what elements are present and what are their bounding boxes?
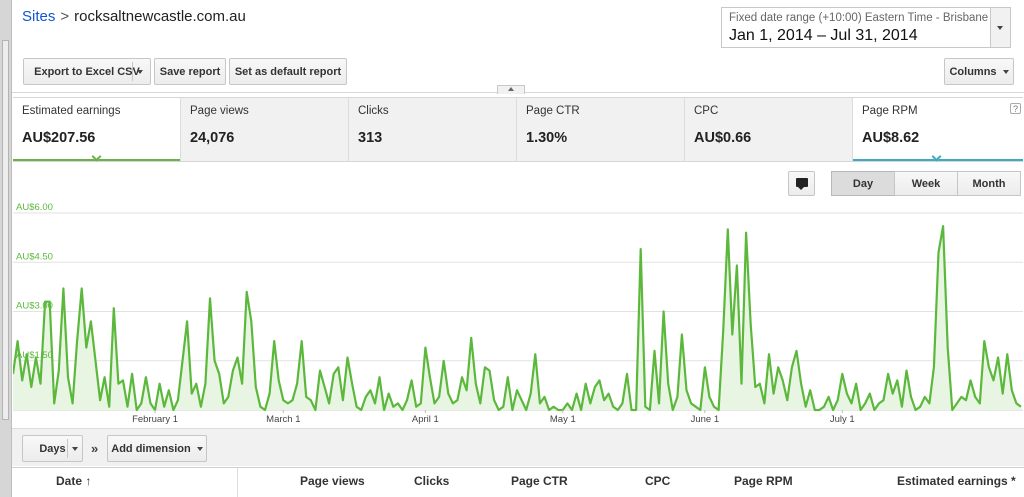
- save-report-button[interactable]: Save report: [154, 58, 226, 85]
- set-default-report-button[interactable]: Set as default report: [229, 58, 347, 85]
- add-dimension-label: Add dimension: [111, 442, 191, 455]
- y-tick-label: AU$4.50: [16, 251, 53, 262]
- metric-label: CPC: [694, 105, 719, 117]
- x-tick-label: March 1: [266, 414, 300, 425]
- metric-page-views[interactable]: Page views 24,076: [181, 98, 349, 161]
- column-header-estimated-earnings[interactable]: Estimated earnings *: [897, 474, 1016, 488]
- x-tick-label: May 1: [550, 414, 576, 425]
- metric-value: AU$0.66: [694, 130, 752, 146]
- columns-label: Columns: [949, 65, 997, 78]
- metric-value: 24,076: [190, 130, 235, 146]
- column-header-page-views[interactable]: Page views: [300, 474, 365, 488]
- chevron-down-icon: [997, 26, 1003, 30]
- column-divider: [237, 468, 238, 497]
- metric-value: 1.30%: [526, 130, 568, 146]
- column-header-page-rpm[interactable]: Page RPM: [734, 474, 793, 488]
- report-table-header: Date ↑ Page views Clicks Page CTR CPC Pa…: [12, 467, 1024, 497]
- metrics-bar: Estimated earnings AU$207.56 Page views …: [13, 97, 1023, 162]
- export-csv-label: Export to Excel CSV: [34, 65, 140, 78]
- days-label: Days: [39, 442, 66, 455]
- metric-page-rpm[interactable]: Page RPM AU$8.62 ?: [853, 98, 1023, 162]
- breadcrumb-current-site: rocksaltnewcastle.com.au: [74, 8, 246, 25]
- chevron-up-icon: [508, 87, 514, 91]
- metric-value: AU$207.56: [22, 130, 96, 146]
- metric-estimated-earnings[interactable]: Estimated earnings AU$207.56: [13, 98, 181, 162]
- metric-label: Page CTR: [526, 105, 580, 117]
- breadcrumb-sites-link[interactable]: Sites: [22, 8, 55, 25]
- help-icon[interactable]: ?: [1010, 103, 1021, 114]
- metric-label: Page RPM: [862, 105, 918, 117]
- comment-icon: [796, 178, 808, 190]
- add-dimension-button[interactable]: Add dimension: [107, 435, 207, 462]
- metric-cpc[interactable]: CPC AU$0.66: [685, 98, 853, 161]
- x-tick-label: July 1: [830, 414, 855, 425]
- days-dropdown[interactable]: Days: [22, 435, 83, 462]
- date-range-caption: Fixed date range (+10:00) Eastern Time -…: [729, 12, 989, 24]
- breadcrumb: Sites > rocksaltnewcastle.com.au: [22, 8, 246, 25]
- x-tick-label: June 1: [691, 414, 720, 425]
- granularity-week-button[interactable]: Week: [894, 171, 958, 196]
- sort-ascending-icon: ↑: [85, 474, 92, 488]
- y-tick-label: AU$3.00: [16, 301, 53, 312]
- metric-label: Clicks: [358, 105, 389, 117]
- column-header-estimated-earnings-label: Estimated earnings: [897, 474, 1008, 488]
- y-tick-label: AU$1.50: [16, 350, 53, 361]
- double-chevron-icon: »: [91, 441, 99, 456]
- granularity-day-button[interactable]: Day: [831, 171, 895, 196]
- earnings-chart: AU$1.50 AU$3.00 AU$4.50 AU$6.00 February 1 Ma…: [13, 202, 1023, 425]
- x-tick-label: February 1: [132, 414, 178, 425]
- left-scrollbar[interactable]: [0, 0, 12, 497]
- column-header-date-label: Date: [56, 474, 83, 488]
- chevron-down-icon[interactable]: [137, 70, 143, 74]
- metric-value: 313: [358, 130, 383, 146]
- earnings-series-line: [13, 225, 1022, 412]
- column-header-page-ctr[interactable]: Page CTR: [511, 474, 568, 488]
- collapse-toggle[interactable]: [497, 85, 525, 94]
- chevron-down-icon: [72, 447, 78, 451]
- earnings-footnote-marker: *: [1011, 474, 1016, 488]
- column-header-clicks[interactable]: Clicks: [414, 474, 449, 488]
- date-range-value: Jan 1, 2014 – Jul 31, 2014: [729, 27, 918, 44]
- metric-label: Estimated earnings: [22, 105, 121, 117]
- column-header-date[interactable]: Date ↑: [56, 474, 91, 488]
- chevron-down-icon: [1002, 69, 1009, 74]
- annotations-button[interactable]: [788, 171, 815, 196]
- metric-label: Page views: [190, 105, 249, 117]
- x-tick-label: April 1: [412, 414, 439, 425]
- earnings-area-fill: [13, 226, 1021, 410]
- date-range-dropdown-button[interactable]: [990, 8, 1010, 47]
- date-range-picker[interactable]: Fixed date range (+10:00) Eastern Time -…: [721, 7, 1011, 48]
- granularity-month-button[interactable]: Month: [957, 171, 1021, 196]
- scrollbar-thumb[interactable]: [2, 40, 9, 420]
- metric-clicks[interactable]: Clicks 313: [349, 98, 517, 161]
- metric-page-ctr[interactable]: Page CTR 1.30%: [517, 98, 685, 161]
- columns-button[interactable]: Columns: [944, 58, 1014, 85]
- metric-value: AU$8.62: [862, 130, 920, 146]
- breadcrumb-separator: >: [60, 8, 70, 25]
- y-tick-label: AU$6.00: [16, 202, 53, 213]
- column-header-cpc[interactable]: CPC: [645, 474, 670, 488]
- chevron-down-icon: [196, 446, 203, 451]
- export-csv-button[interactable]: Export to Excel CSV: [23, 58, 151, 85]
